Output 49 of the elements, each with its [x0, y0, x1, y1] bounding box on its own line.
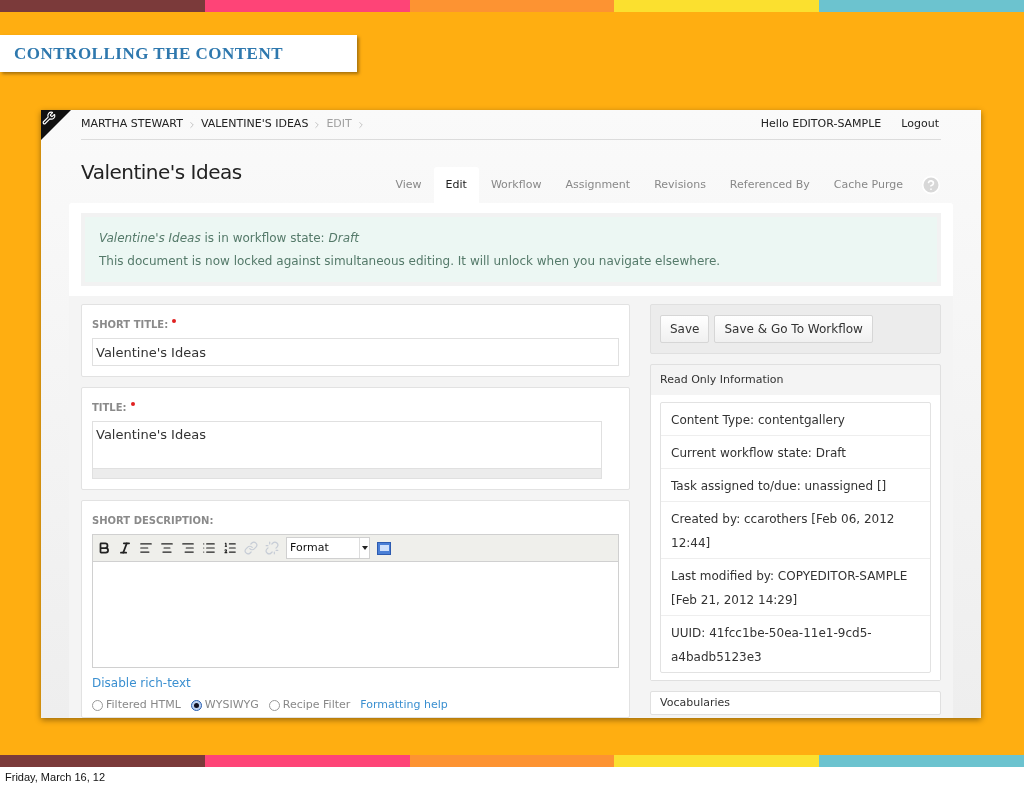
page-title: Valentine's Ideas [81, 159, 242, 186]
title-field[interactable]: Valentine's Ideas [92, 421, 602, 469]
info-item: UUID: 41fcc1be-50ea-11e1-9cd5-a4badb5123e3 [671, 626, 872, 664]
bullet-list-icon[interactable] [202, 541, 216, 555]
radio-button[interactable] [92, 699, 103, 711]
slide-title: CONTROLLING THE CONTENT [14, 42, 284, 65]
info-item: Last modified by: COPYEDITOR-SAMPLE [Feb 21, 2012 14:29] [671, 569, 908, 607]
source-view-icon[interactable] [377, 541, 391, 555]
notice-text: Valentine's Ideas is in workflow state: Draft [99, 230, 361, 247]
radio-label: WYSIWYG [204, 697, 259, 713]
footer-date: Friday, March 16, 12 [5, 770, 106, 786]
info-item: Current workflow state: Draft [671, 446, 846, 460]
notice-text: This document is now locked against simultaneous editing. It will unlock when you navigate elsewhere. [99, 253, 722, 270]
radio-button[interactable] [190, 699, 202, 711]
breadcrumb-link[interactable]: VALENTINE'S IDEAS [200, 116, 309, 133]
radio-label: Filtered HTML [106, 697, 181, 713]
panel-heading: Read Only Information [660, 371, 784, 388]
tab[interactable]: Revisions [642, 167, 718, 203]
align-right-icon[interactable] [181, 541, 195, 555]
tab[interactable]: Referenced By [717, 167, 822, 203]
panel-heading: Vocabularies [660, 694, 731, 711]
info-item: Content Type: contentgallery [671, 413, 845, 427]
wrench-icon [42, 111, 56, 125]
user-greeting: Hello EDITOR-SAMPLE [760, 116, 882, 133]
align-center-icon[interactable] [160, 541, 174, 555]
save-button[interactable]: Save [660, 315, 710, 343]
field-label: TITLE: [92, 401, 127, 415]
short-title-field[interactable]: Valentine's Ideas [92, 338, 619, 366]
bold-icon[interactable] [97, 541, 111, 555]
tab[interactable]: Workflow [478, 167, 554, 203]
save-button[interactable]: Save & Go To Workflow [714, 315, 873, 343]
tab[interactable]: Assignment [553, 167, 643, 203]
numbered-list-icon[interactable] [223, 541, 237, 555]
logout-link[interactable]: Logout [901, 116, 939, 133]
breadcrumb-link[interactable]: MARTHA STEWART [81, 116, 183, 133]
italic-icon[interactable] [118, 541, 132, 555]
tab[interactable]: View [383, 167, 434, 203]
disable-rich-text-link[interactable]: Disable rich-text [92, 674, 619, 692]
info-item: Task assigned to/due: unassigned [] [671, 479, 887, 493]
radio-label: Recipe Filter [282, 697, 351, 713]
info-item: Created by: ccarothers [Feb 06, 2012 12:44] [671, 512, 895, 550]
tab[interactable]: Cache Purge [821, 167, 915, 203]
formatting-help-link[interactable]: Formatting help [360, 697, 448, 714]
align-left-icon[interactable] [139, 541, 153, 555]
format-select[interactable]: Format [286, 537, 370, 559]
field-label: SHORT DESCRIPTION: [92, 514, 214, 528]
radio-button[interactable] [268, 699, 280, 711]
field-label: SHORT TITLE: [92, 318, 169, 332]
tab[interactable]: Edit [433, 167, 479, 203]
